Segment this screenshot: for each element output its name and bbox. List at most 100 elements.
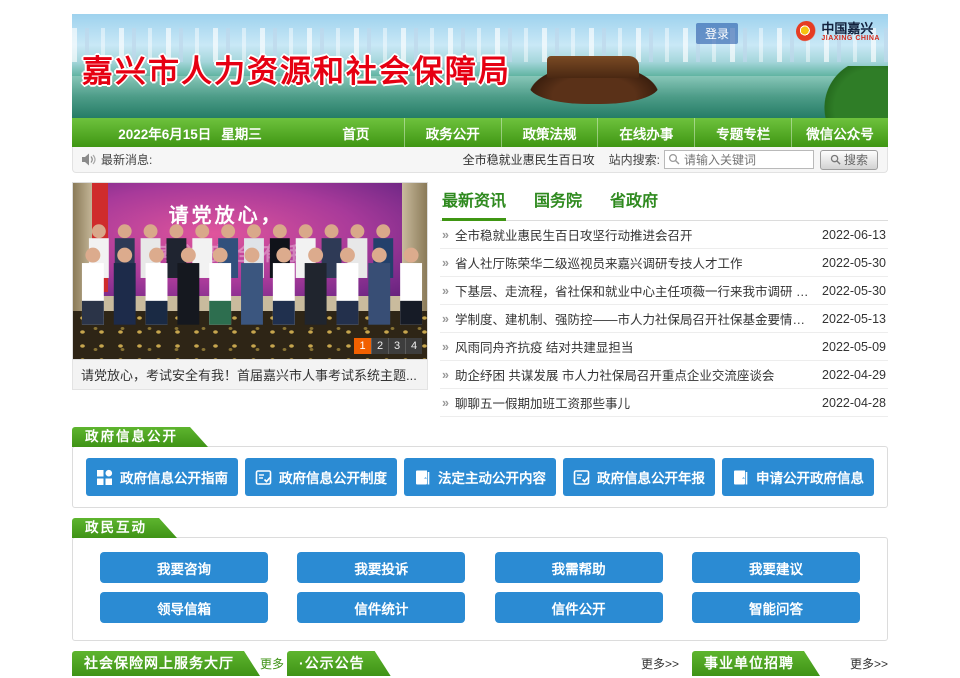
recruitment-header: 事业单位招聘 更多>> <box>692 651 888 676</box>
letter-statistics-button[interactable]: 信件统计 <box>297 592 465 623</box>
annual-report-label: 政府信息公开年报 <box>597 467 705 487</box>
search-button[interactable]: 搜索 <box>820 150 878 170</box>
nav-item-home[interactable]: 首页 <box>308 118 404 147</box>
nav-item-wechat[interactable]: 微信公众号 <box>791 118 888 147</box>
list-arrow-icon: » <box>442 256 449 270</box>
news-list: » 全市稳就业惠民生百日攻坚行动推进会召开 2022-06-13 » 省人社厅陈… <box>440 221 888 417</box>
social-insurance-column: 社会保险网上服务大厅 更多 个人(单位)社保证明打印 办事指南 <box>72 651 274 678</box>
news-date: 2022-04-28 <box>822 396 886 410</box>
tree-decoration <box>824 66 888 118</box>
carousel-caption[interactable]: 请党放心，考试安全有我！首届嘉兴市人事考试系统主题... <box>72 360 428 390</box>
main-content: 请党放心， 考试安全有我 <box>72 182 888 417</box>
news-date: 2022-05-30 <box>822 284 886 298</box>
list-arrow-icon: » <box>442 340 449 354</box>
social-insurance-title: 社会保险网上服务大厅 <box>72 651 260 676</box>
jiaxing-logo-icon <box>796 21 817 42</box>
book-icon <box>414 469 431 486</box>
gov-info-system-button[interactable]: 政府信息公开制度 <box>245 458 397 496</box>
announcements-title: ·公示公告 <box>287 651 391 676</box>
news-link[interactable]: 助企纾困 共谋发展 市人力社保局召开重点企业交流座谈会 <box>455 365 812 384</box>
boat-decoration <box>529 64 659 104</box>
carousel-page-1[interactable]: 1 <box>354 338 371 354</box>
doc-check-icon <box>573 469 590 486</box>
news-row: » 助企纾困 共谋发展 市人力社保局召开重点企业交流座谈会 2022-04-29 <box>440 361 888 389</box>
consult-button[interactable]: 我要咨询 <box>100 552 268 583</box>
leader-mailbox-button[interactable]: 领导信箱 <box>100 592 268 623</box>
tab-provincial-gov[interactable]: 省政府 <box>610 187 658 220</box>
news-row: » 下基层、走流程，省社保和就业中心主任项薇一行来我市调研 “国统” 上线情况 … <box>440 277 888 305</box>
news-date: 2022-06-13 <box>822 228 886 242</box>
announcements-column: ·公示公告 更多>> » 关于设立嘉善技工学校的公示 2022-05-18 » … <box>287 651 679 678</box>
list-arrow-icon: » <box>442 368 449 382</box>
interaction-buttons: 我要咨询 我要投诉 我需帮助 我要建议 领导信箱 信件统计 信件公开 智能问答 <box>86 549 874 629</box>
ticker-scrolling-text[interactable]: 全市稳就业惠民生百日攻 <box>152 151 608 168</box>
weekday-text: 星期三 <box>221 123 262 143</box>
crowd-illustration <box>73 213 427 333</box>
news-panel: 最新资讯 国务院 省政府 » 全市稳就业惠民生百日攻坚行动推进会召开 2022-… <box>440 182 888 417</box>
news-link[interactable]: 省人社厅陈荣华二级巡视员来嘉兴调研专技人才工作 <box>455 253 812 272</box>
announcements-more-link[interactable]: 更多>> <box>641 655 679 672</box>
carousel-page-3[interactable]: 3 <box>388 338 405 354</box>
list-arrow-icon: » <box>442 396 449 410</box>
login-button[interactable]: 登录 <box>696 23 738 44</box>
jiaxing-logo: 中国嘉兴 JIAXING CHINA <box>796 21 880 42</box>
date-display: 2022年6月15日 星期三 <box>72 118 308 147</box>
nav-item-policy[interactable]: 政策法规 <box>501 118 598 147</box>
news-row: » 全市稳就业惠民生百日攻坚行动推进会召开 2022-06-13 <box>440 221 888 249</box>
book-icon <box>732 469 749 486</box>
interaction-section-title: 政民互动 <box>72 518 177 538</box>
carousel-pagination: 1 2 3 4 <box>354 338 422 354</box>
suggestion-button[interactable]: 我要建议 <box>692 552 860 583</box>
date-text: 2022年6月15日 <box>118 123 211 143</box>
recruitment-title: 事业单位招聘 <box>692 651 820 676</box>
list-arrow-icon: » <box>442 312 449 326</box>
news-date: 2022-05-09 <box>822 340 886 354</box>
recruitment-column: 事业单位招聘 更多>> ·嘉兴市妇幼保健院2022年公开... ·2022年嘉兴… <box>692 651 888 678</box>
carousel-page-4[interactable]: 4 <box>405 338 422 354</box>
social-insurance-more-link[interactable]: 更多 <box>260 655 284 672</box>
nav-item-special-topics[interactable]: 专题专栏 <box>694 118 791 147</box>
gov-info-buttons: 政府信息公开指南 政府信息公开制度 法定主动公开内容 政府信息公开年报 申请公开… <box>86 458 874 496</box>
request-disclosure-button[interactable]: 申请公开政府信息 <box>722 458 874 496</box>
ticker-label: 最新消息: <box>101 151 152 168</box>
bottom-columns: 社会保险网上服务大厅 更多 个人(单位)社保证明打印 办事指南 ·公示公告 更多… <box>72 651 888 678</box>
gov-info-guide-button[interactable]: 政府信息公开指南 <box>86 458 238 496</box>
news-link[interactable]: 全市稳就业惠民生百日攻坚行动推进会召开 <box>455 225 812 244</box>
search-icon <box>668 153 680 168</box>
gov-info-guide-label: 政府信息公开指南 <box>120 467 228 487</box>
legal-disclosure-button[interactable]: 法定主动公开内容 <box>404 458 556 496</box>
letter-disclosure-button[interactable]: 信件公开 <box>495 592 663 623</box>
banner-image: 嘉兴市人力资源和社会保障局 登录 中国嘉兴 JIAXING CHINA <box>72 14 888 118</box>
site-title: 嘉兴市人力资源和社会保障局 <box>82 46 511 91</box>
news-link[interactable]: 下基层、走流程，省社保和就业中心主任项薇一行来我市调研 “国统” 上线情况 <box>455 281 812 300</box>
nav-item-gov-affairs[interactable]: 政务公开 <box>404 118 501 147</box>
tab-state-council[interactable]: 国务院 <box>534 187 582 220</box>
logo-text-cn: 中国嘉兴 <box>821 22 880 35</box>
annual-report-button[interactable]: 政府信息公开年报 <box>563 458 715 496</box>
carousel-page-2[interactable]: 2 <box>371 338 388 354</box>
gov-info-section: 政府信息公开 政府信息公开指南 政府信息公开制度 法定主动公开内容 政府信息公开… <box>72 446 888 508</box>
speaker-icon <box>82 153 96 166</box>
gov-info-section-title: 政府信息公开 <box>72 427 208 447</box>
news-link[interactable]: 聊聊五一假期加班工资那些事儿 <box>455 393 812 412</box>
news-date: 2022-05-13 <box>822 312 886 326</box>
logo-text-en: JIAXING CHINA <box>821 35 880 42</box>
tab-latest-news[interactable]: 最新资讯 <box>442 187 506 220</box>
main-navigation: 2022年6月15日 星期三 首页 政务公开 政策法规 在线办事 专题专栏 微信… <box>72 118 888 147</box>
news-ticker-bar: 最新消息: 全市稳就业惠民生百日攻 站内搜索: 搜索 <box>72 147 888 173</box>
smart-qa-button[interactable]: 智能问答 <box>692 592 860 623</box>
gov-info-system-label: 政府信息公开制度 <box>279 467 387 487</box>
news-link[interactable]: 风雨同舟齐抗疫 结对共建显担当 <box>455 337 812 356</box>
request-disclosure-label: 申请公开政府信息 <box>756 467 864 487</box>
nav-item-online-service[interactable]: 在线办事 <box>597 118 694 147</box>
complaint-button[interactable]: 我要投诉 <box>297 552 465 583</box>
carousel-photo[interactable]: 请党放心， 考试安全有我 <box>72 182 428 360</box>
news-row: » 省人社厅陈荣华二级巡视员来嘉兴调研专技人才工作 2022-05-30 <box>440 249 888 277</box>
grid-icon <box>96 469 113 486</box>
recruitment-more-link[interactable]: 更多>> <box>850 655 888 672</box>
help-button[interactable]: 我需帮助 <box>495 552 663 583</box>
photo-carousel: 请党放心， 考试安全有我 <box>72 182 428 417</box>
search-input[interactable] <box>664 150 814 169</box>
legal-disclosure-label: 法定主动公开内容 <box>438 467 546 487</box>
news-link[interactable]: 学制度、建机制、强防控——市人力社保局召开社保基金要情专题学习会 <box>455 309 812 328</box>
